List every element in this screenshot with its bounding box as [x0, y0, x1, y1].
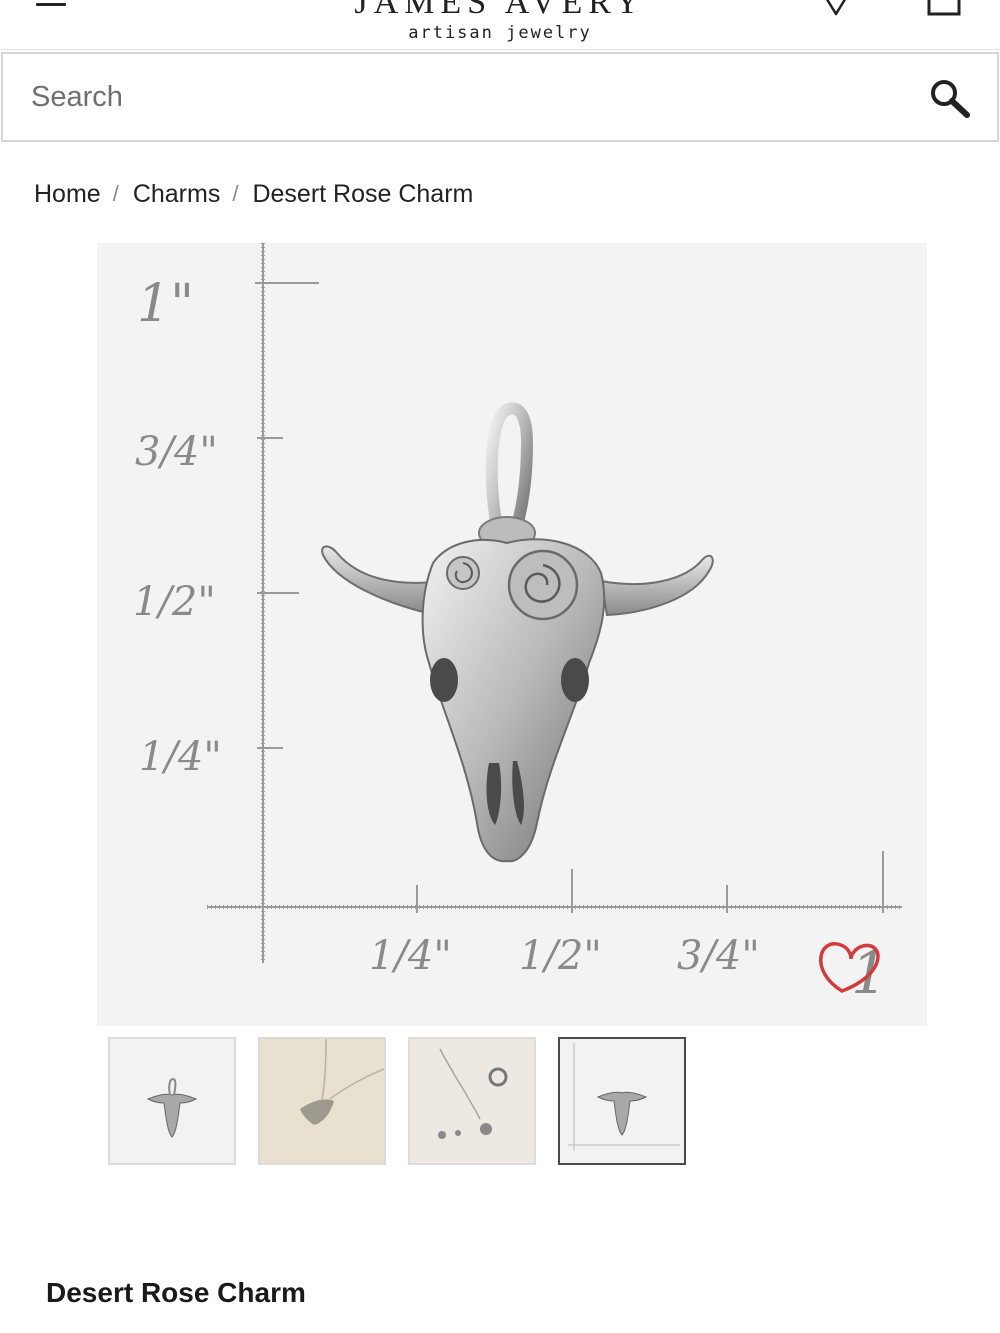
location-pin-icon[interactable] — [822, 0, 850, 18]
ruler-label-h-1-2in: 1/2" — [519, 933, 602, 979]
ruler-label-1-2in: 1/2" — [133, 579, 216, 625]
ruler-horizontal-axis — [207, 851, 902, 913]
brand-logo[interactable]: JAMES AVERY artisan jewelry — [330, 0, 670, 46]
breadcrumb-current: Desert Rose Charm — [252, 179, 474, 208]
logo-tagline: artisan jewelry — [408, 23, 592, 43]
breadcrumb: Home / Charms / Desert Rose Charm — [34, 178, 473, 210]
site-header: JAMES AVERY artisan jewelry — [0, 0, 1000, 50]
ruler-label-1-4in: 1/4" — [139, 734, 222, 780]
search-icon[interactable] — [929, 78, 973, 118]
ruler-label-3-4in: 3/4" — [135, 429, 218, 475]
hamburger-icon[interactable] — [36, 0, 66, 12]
breadcrumb-charms[interactable]: Charms — [133, 180, 221, 209]
breadcrumb-home[interactable]: Home — [34, 180, 101, 209]
ruler-label-h-3-4in: 3/4" — [677, 933, 760, 979]
breadcrumb-separator: / — [232, 181, 239, 206]
ruler-vertical-axis — [255, 243, 319, 963]
ruler-label-1in: 1" — [137, 274, 194, 334]
thumbnail-charm-front[interactable] — [108, 1037, 236, 1165]
thumbnail-necklace-beige[interactable] — [258, 1037, 386, 1165]
breadcrumb-separator: / — [112, 181, 119, 206]
thumbnail-charm-ruler[interactable] — [558, 1037, 686, 1165]
logo-main-text: JAMES AVERY — [354, 0, 646, 21]
main-product-image[interactable]: 1" 3/4" 1/2" 1/4" 1/4" 1/2" 3/4" 1 — [97, 243, 927, 1026]
desert-rose-charm-image — [321, 402, 714, 863]
search-bar — [1, 52, 999, 142]
search-input[interactable] — [31, 54, 891, 140]
product-title: Desert Rose Charm — [46, 1277, 306, 1308]
thumbnail-jewelry-set[interactable] — [408, 1037, 536, 1165]
ruler-label-h-1-4in: 1/4" — [369, 933, 452, 979]
shopping-bag-icon[interactable] — [926, 0, 962, 18]
